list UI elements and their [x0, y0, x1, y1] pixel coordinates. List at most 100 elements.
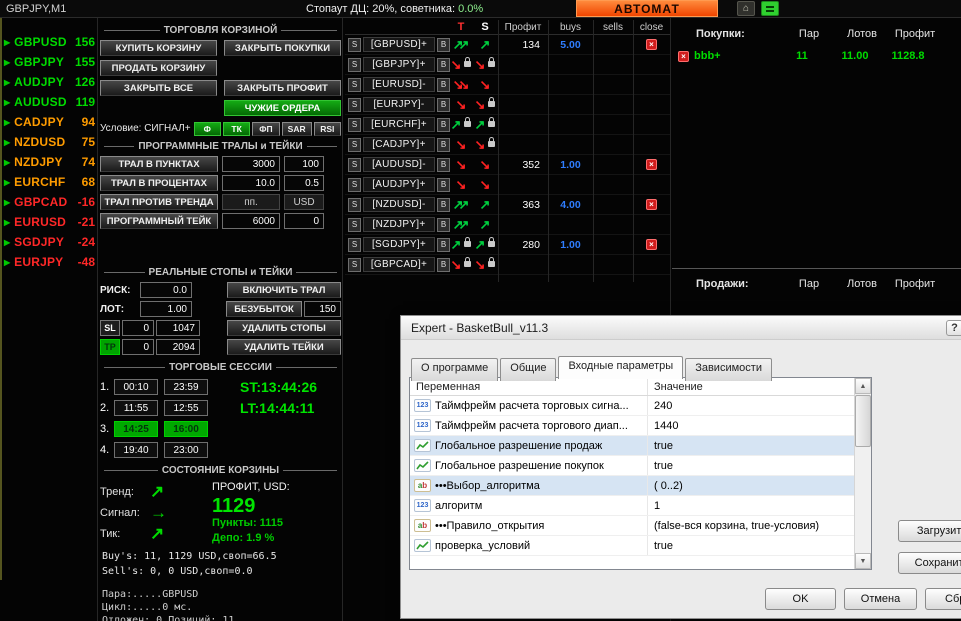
session-start-input[interactable]: 14:25	[114, 421, 158, 437]
param-row[interactable]: 123алгоритм1	[410, 496, 854, 516]
trail-button[interactable]: ТРАЛ В ПРОЦЕНТАХ	[100, 175, 218, 191]
session-start-input[interactable]: 00:10	[114, 379, 158, 395]
cancel-button[interactable]: Отмена	[844, 588, 917, 610]
automat-button[interactable]: АВТОМАТ	[576, 0, 718, 17]
sidebar-pair-item[interactable]: ▶GBPCAD-16	[4, 192, 96, 212]
buy-pair-button[interactable]: В	[437, 238, 450, 252]
sell-pair-button[interactable]: S	[348, 198, 361, 212]
param-row[interactable]: 123Таймфрейм расчета торгового диап...14…	[410, 416, 854, 436]
param-value[interactable]: true	[648, 540, 854, 552]
param-row[interactable]: Глобальное разрешение покупокtrue	[410, 456, 854, 476]
trail-button[interactable]: ПРОГРАММНЫЙ ТЕЙК	[100, 213, 218, 229]
close-profit-button[interactable]: ЗАКРЫТЬ ПРОФИТ	[224, 80, 341, 96]
trail-value-2[interactable]: 100	[284, 156, 324, 172]
param-value[interactable]: ( 0..2)	[648, 480, 854, 492]
buy-pair-button[interactable]: В	[437, 158, 450, 172]
autotrading-icon[interactable]	[761, 1, 779, 16]
trail-value-2[interactable]: 0.5	[284, 175, 324, 191]
session-end-input[interactable]: 23:59	[164, 379, 208, 395]
trail-value-1[interactable]: 10.0	[222, 175, 280, 191]
pair-button[interactable]: [NZDUSD]-	[363, 197, 435, 212]
sidebar-pair-item[interactable]: ▶GBPUSD156	[4, 32, 96, 52]
param-value[interactable]: true	[648, 440, 854, 452]
pair-button[interactable]: [EURUSD]-	[363, 77, 435, 92]
buy-pair-button[interactable]: В	[437, 78, 450, 92]
save-button[interactable]: Сохранить	[898, 552, 961, 574]
trail-button[interactable]: ТРАЛ ПРОТИВ ТРЕНДА	[100, 194, 218, 210]
buy-pair-button[interactable]: В	[437, 138, 450, 152]
dialog-title-bar[interactable]: Expert - BasketBull_v11.3	[401, 316, 961, 340]
session-end-input[interactable]: 12:55	[164, 400, 208, 416]
condition-button-тк[interactable]: ТК	[223, 122, 250, 136]
close-pair-button[interactable]: ×	[646, 199, 657, 210]
condition-button-ф[interactable]: Ф	[194, 122, 221, 136]
buy-pair-button[interactable]: В	[437, 58, 450, 72]
dialog-tab[interactable]: О программе	[411, 358, 498, 381]
param-row[interactable]: проверка_условийtrue	[410, 536, 854, 556]
buy-pair-button[interactable]: В	[437, 38, 450, 52]
dialog-tab[interactable]: Общие	[500, 358, 556, 381]
pair-button[interactable]: [GBPJPY]+	[363, 57, 435, 72]
trail-value-2[interactable]: USD	[284, 194, 324, 210]
sell-pair-button[interactable]: S	[348, 58, 361, 72]
close-pair-button[interactable]: ×	[646, 39, 657, 50]
session-start-input[interactable]: 11:55	[114, 400, 158, 416]
reset-button[interactable]: Сброс	[925, 588, 961, 610]
param-value[interactable]: 240	[648, 400, 854, 412]
pair-button[interactable]: [AUDUSD]-	[363, 157, 435, 172]
pair-button[interactable]: [EURJPY]-	[363, 97, 435, 112]
close-pair-button[interactable]: ×	[646, 239, 657, 250]
buy-pair-button[interactable]: В	[437, 258, 450, 272]
pair-button[interactable]: [NZDJPY]+	[363, 217, 435, 232]
trail-value-1[interactable]: пп.	[222, 194, 280, 210]
scrollbar-thumb[interactable]	[855, 395, 871, 447]
sell-pair-button[interactable]: S	[348, 218, 361, 232]
param-row[interactable]: ab•••Выбор_алгоритма( 0..2)	[410, 476, 854, 496]
pair-button[interactable]: [SGDJPY]+	[363, 237, 435, 252]
param-row[interactable]: 123Таймфрейм расчета торговых сигна...24…	[410, 396, 854, 416]
dialog-tab[interactable]: Зависимости	[685, 358, 772, 381]
sell-pair-button[interactable]: S	[348, 178, 361, 192]
param-row[interactable]: ab•••Правило_открытия(false-вся корзина,…	[410, 516, 854, 536]
param-value[interactable]: 1440	[648, 420, 854, 432]
lot-input[interactable]: 1.00	[140, 301, 192, 317]
delete-takes-button[interactable]: УДАЛИТЬ ТЕЙКИ	[227, 339, 341, 355]
pair-button[interactable]: [GBPUSD]+	[363, 37, 435, 52]
ok-button[interactable]: OK	[765, 588, 836, 610]
close-pair-button[interactable]: ×	[646, 159, 657, 170]
close-buys-button[interactable]: ЗАКРЫТЬ ПОКУПКИ	[224, 40, 341, 56]
sidebar-pair-item[interactable]: ▶AUDUSD119	[4, 92, 96, 112]
pair-button[interactable]: [CADJPY]+	[363, 137, 435, 152]
buy-basket-button[interactable]: КУПИТЬ КОРЗИНУ	[100, 40, 217, 56]
sell-pair-button[interactable]: S	[348, 98, 361, 112]
scroll-down-icon[interactable]: ▼	[855, 553, 871, 569]
trail-value-2[interactable]: 0	[284, 213, 324, 229]
breakeven-input[interactable]: 150	[304, 301, 341, 317]
sell-pair-button[interactable]: S	[348, 78, 361, 92]
sell-pair-button[interactable]: S	[348, 38, 361, 52]
help-button[interactable]: ?	[946, 320, 961, 336]
session-end-input[interactable]: 23:00	[164, 442, 208, 458]
terminal-icon[interactable]: ⌂	[737, 1, 755, 16]
scroll-up-icon[interactable]: ▲	[855, 378, 871, 394]
sidebar-pair-item[interactable]: ▶EURJPY-48	[4, 252, 96, 272]
sidebar-pair-item[interactable]: ▶EURCHF68	[4, 172, 96, 192]
param-value[interactable]: true	[648, 460, 854, 472]
session-start-input[interactable]: 19:40	[114, 442, 158, 458]
buy-pair-button[interactable]: В	[437, 178, 450, 192]
close-all-button[interactable]: ЗАКРЫТЬ ВСЕ	[100, 80, 217, 96]
close-basket-button[interactable]: ×	[678, 51, 689, 62]
trail-value-1[interactable]: 6000	[222, 213, 280, 229]
buy-pair-button[interactable]: В	[437, 98, 450, 112]
enable-trail-button[interactable]: ВКЛЮЧИТЬ ТРАЛ	[227, 282, 341, 298]
session-end-input[interactable]: 16:00	[164, 421, 208, 437]
buy-pair-button[interactable]: В	[437, 118, 450, 132]
load-button[interactable]: Загрузить	[898, 520, 961, 542]
sell-basket-button[interactable]: ПРОДАТЬ КОРЗИНУ	[100, 60, 217, 76]
trail-button[interactable]: ТРАЛ В ПУНКТАХ	[100, 156, 218, 172]
risk-input[interactable]: 0.0	[140, 282, 192, 298]
sidebar-pair-item[interactable]: ▶CADJPY94	[4, 112, 96, 132]
sell-pair-button[interactable]: S	[348, 158, 361, 172]
sidebar-pair-item[interactable]: ▶AUDJPY126	[4, 72, 96, 92]
sl-input[interactable]: 0	[122, 320, 154, 336]
